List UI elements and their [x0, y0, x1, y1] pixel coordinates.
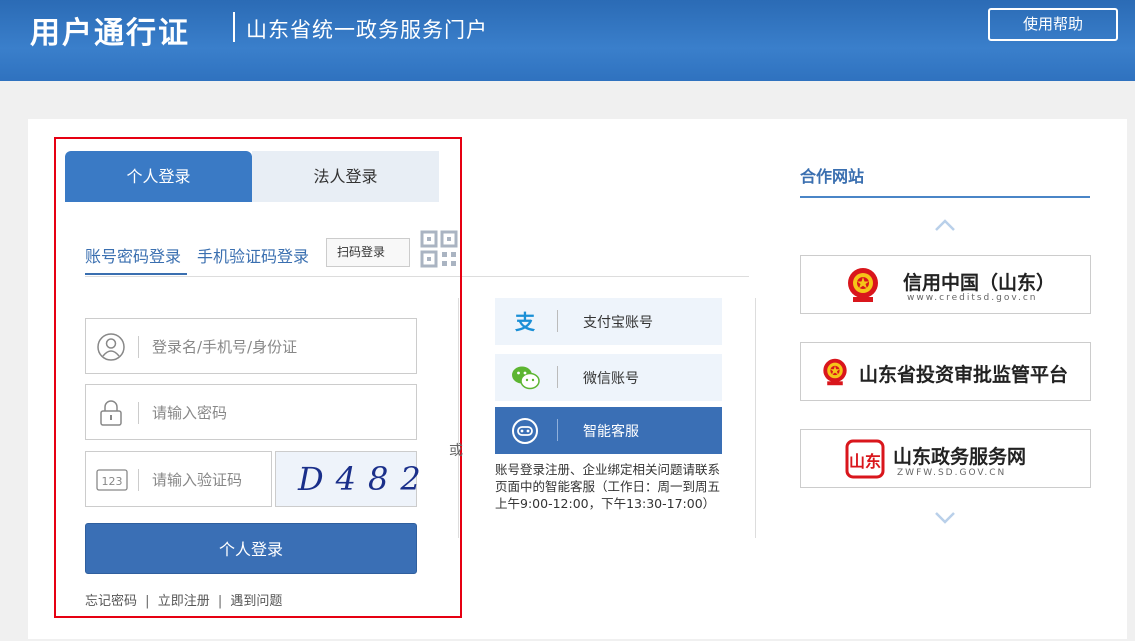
partner-url: www.creditsd.gov.cn: [907, 293, 1038, 303]
subtab-account-password[interactable]: 账号密码登录: [85, 243, 181, 267]
svg-text:山东: 山东: [849, 452, 881, 471]
partner-name: 信用中国（山东）: [903, 272, 1056, 294]
partner-credit-china-shandong[interactable]: 信用中国（山东） www.creditsd.gov.cn: [800, 255, 1091, 314]
partner-url: ZWFW.SD.GOV.CN: [897, 468, 1007, 478]
smart-service-label: 智能客服: [583, 424, 639, 440]
forgot-password-link[interactable]: 忘记密码: [85, 594, 137, 609]
site-title: 用户通行证: [30, 16, 190, 51]
auxiliary-links: 忘记密码 | 立即注册 | 遇到问题: [85, 590, 282, 609]
partner-name: 山东省投资审批监管平台: [859, 364, 1069, 386]
chevron-up-icon[interactable]: [934, 217, 956, 231]
password-input[interactable]: [152, 399, 402, 427]
svg-text:支: 支: [515, 310, 536, 334]
partner-investment-approval-platform[interactable]: 山东省投资审批监管平台: [800, 342, 1091, 401]
link-separator: |: [217, 594, 223, 609]
wechat-icon: [511, 364, 540, 392]
subtab-phone-code[interactable]: 手机验证码登录: [197, 243, 309, 267]
captcha-number-icon: 123: [96, 465, 128, 495]
password-field[interactable]: [85, 384, 417, 440]
button-separator: [557, 310, 558, 332]
captcha-image[interactable]: D482: [275, 451, 421, 507]
robot-icon: [511, 417, 539, 445]
alipay-login-button[interactable]: 支 支付宝账号: [495, 298, 722, 345]
qr-code-icon[interactable]: [420, 230, 458, 268]
field-separator: [138, 469, 139, 491]
user-icon: [96, 332, 126, 362]
wechat-login-button[interactable]: 微信账号: [495, 354, 722, 401]
personal-login-button[interactable]: 个人登录: [85, 523, 417, 574]
register-link[interactable]: 立即注册: [158, 594, 210, 609]
smart-service-button[interactable]: 智能客服: [495, 407, 722, 454]
vertical-divider: [755, 298, 756, 538]
or-label: 或: [449, 443, 463, 459]
tab-legal-login[interactable]: 法人登录: [252, 151, 439, 202]
captcha-code: D482: [298, 460, 433, 498]
chevron-down-icon[interactable]: [934, 510, 956, 524]
service-description: 账号登录注册、企业绑定相关问题请联系页面中的智能客服（工作日：周一到周五上午9:…: [495, 462, 721, 511]
alipay-icon: 支: [511, 308, 539, 336]
link-separator: |: [145, 594, 150, 609]
vertical-divider: [458, 298, 459, 538]
help-button[interactable]: 使用帮助: [988, 8, 1118, 41]
captcha-field[interactable]: 123: [85, 451, 272, 507]
national-emblem-icon: [845, 266, 881, 308]
partner-name: 山东政务服务网: [893, 446, 1027, 468]
partners-title: 合作网站: [800, 167, 865, 186]
scan-login-button[interactable]: 扫码登录: [326, 238, 410, 267]
site-subtitle: 山东省统一政务服务门户: [246, 18, 488, 42]
title-divider: [233, 12, 235, 42]
active-subtab-underline: [85, 273, 187, 275]
button-separator: [557, 419, 558, 441]
national-emblem-icon: [821, 357, 849, 391]
header: 用户通行证 山东省统一政务服务门户 使用帮助: [0, 0, 1135, 81]
wechat-label: 微信账号: [583, 371, 639, 387]
tab-personal-login[interactable]: 个人登录: [65, 151, 252, 202]
field-separator: [138, 402, 139, 424]
subtab-divider: [85, 276, 749, 277]
problem-link[interactable]: 遇到问题: [230, 594, 282, 609]
username-field[interactable]: [85, 318, 417, 374]
button-separator: [557, 366, 558, 388]
gov-service-seal-icon: 山东: [845, 439, 885, 483]
partners-underline: [800, 196, 1090, 198]
svg-text:123: 123: [102, 475, 123, 488]
alipay-label: 支付宝账号: [583, 315, 653, 331]
field-separator: [138, 336, 139, 358]
captcha-input[interactable]: [152, 466, 267, 494]
partner-shandong-gov-service[interactable]: 山东 山东政务服务网 ZWFW.SD.GOV.CN: [800, 429, 1091, 488]
lock-icon: [96, 398, 126, 428]
username-input[interactable]: [152, 333, 402, 361]
